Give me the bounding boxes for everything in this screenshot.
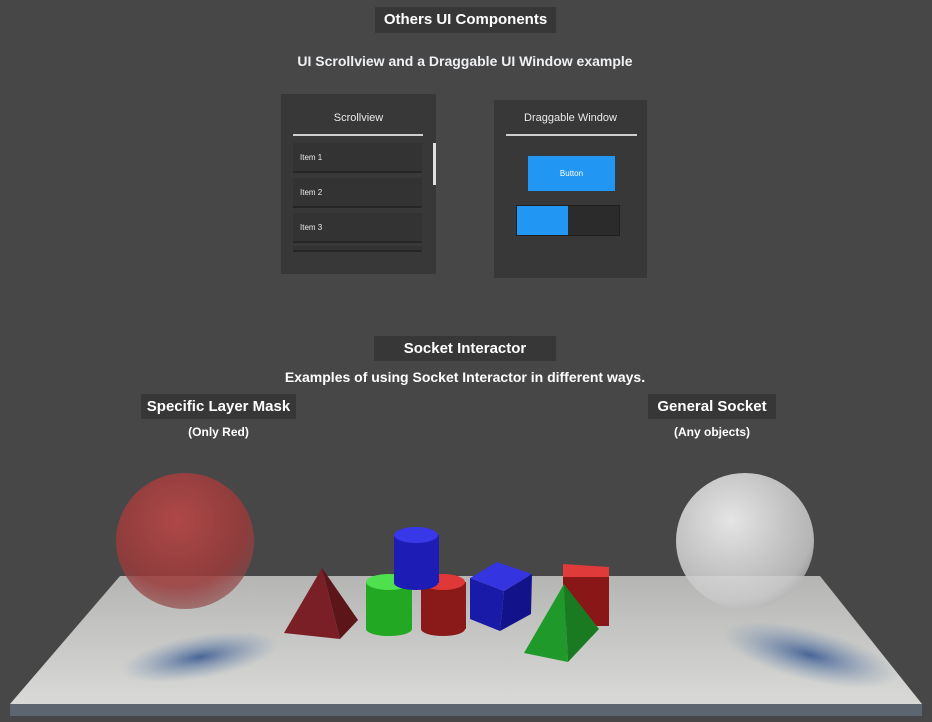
socket-scene bbox=[10, 473, 922, 716]
red-socket-sphere bbox=[116, 473, 254, 609]
blue-cylinder bbox=[394, 527, 439, 590]
white-socket-sphere bbox=[676, 473, 814, 609]
